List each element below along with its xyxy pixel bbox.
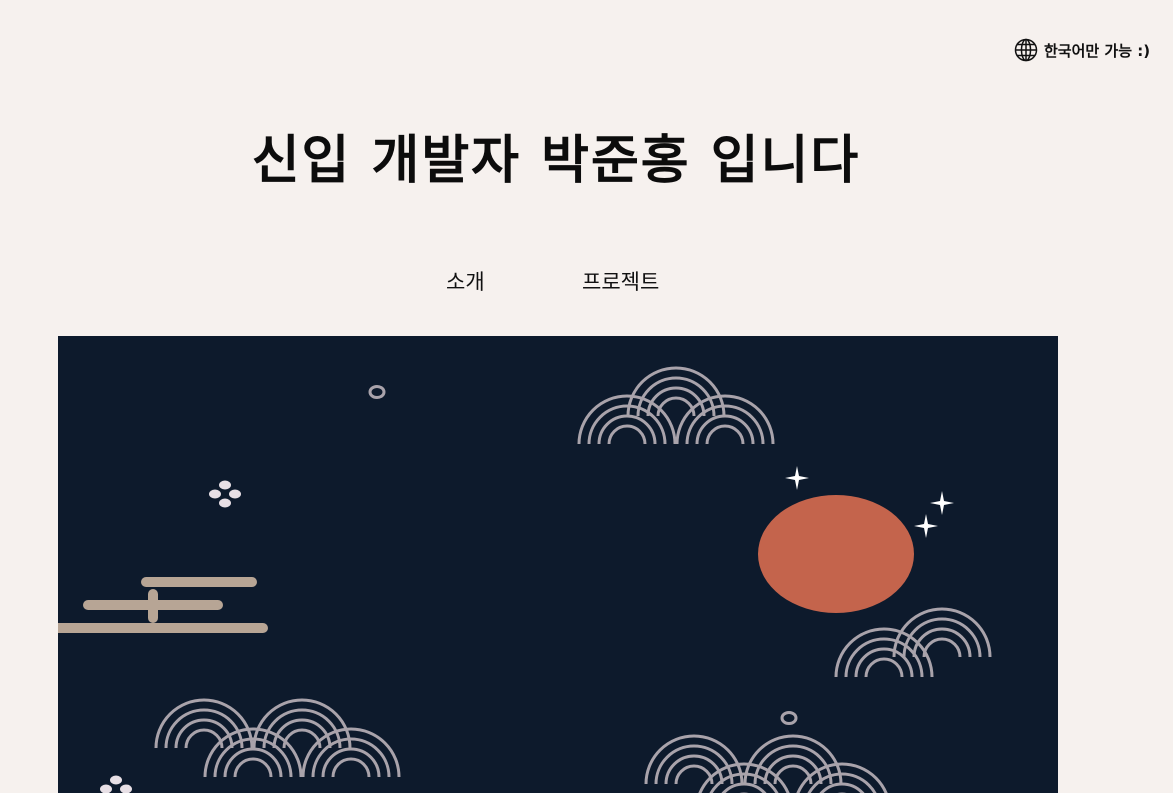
sun-decoration xyxy=(758,495,914,613)
cloud-decoration xyxy=(58,577,268,633)
nav-item-projects[interactable]: 프로젝트 xyxy=(582,266,659,296)
wave-pattern-top xyxy=(577,366,775,446)
flower-decoration xyxy=(209,480,241,508)
wave-pattern-bottom-right xyxy=(644,734,892,793)
language-selector[interactable]: 한국어만 가능 :) xyxy=(1014,38,1150,62)
hero-image xyxy=(58,336,1058,793)
main-nav: 소개 프로젝트 xyxy=(0,266,1173,296)
globe-icon xyxy=(1014,38,1038,62)
flower-decoration xyxy=(100,775,132,793)
ring-decoration xyxy=(368,385,386,399)
nav-item-about[interactable]: 소개 xyxy=(446,266,485,296)
page-title: 신입 개발자 박준홍 입니다 xyxy=(251,131,861,191)
ring-decoration xyxy=(780,711,798,725)
language-label: 한국어만 가능 :) xyxy=(1044,41,1151,60)
wave-pattern-right xyxy=(834,607,992,679)
wave-pattern-bottom-left xyxy=(154,698,401,779)
